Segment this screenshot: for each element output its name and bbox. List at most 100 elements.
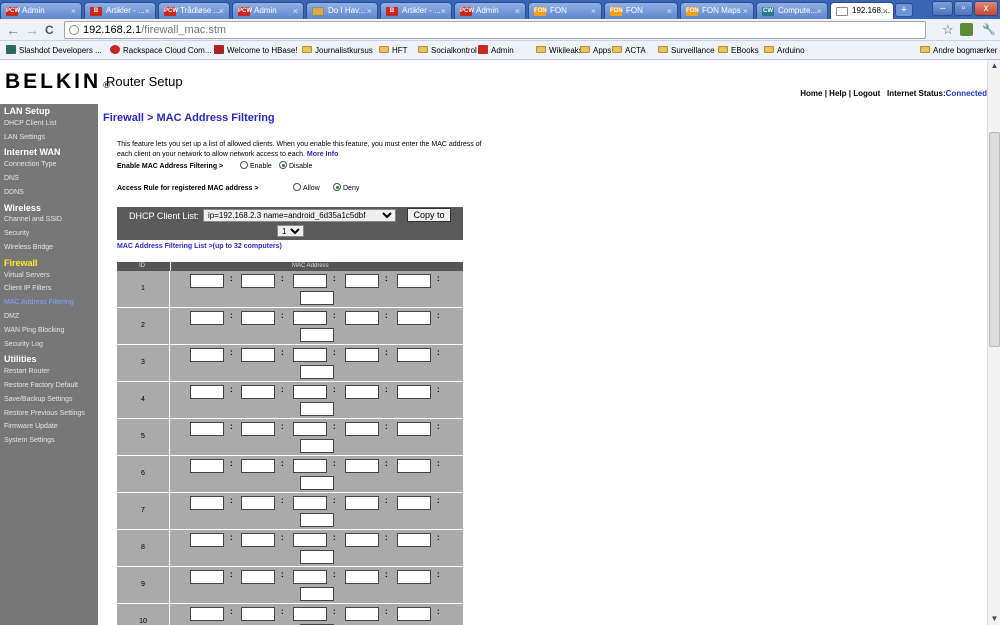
scroll-down-arrow-icon[interactable]: ▼ xyxy=(989,614,1000,624)
mac-octet-input[interactable] xyxy=(293,607,327,621)
mac-octet-input[interactable] xyxy=(293,385,327,399)
sidebar-item-firewall[interactable]: Firewall xyxy=(4,258,38,268)
mac-octet-input[interactable] xyxy=(241,422,275,436)
mac-octet-input[interactable] xyxy=(345,570,379,584)
bookmark-item[interactable]: Journalistkursus xyxy=(302,41,373,60)
mac-octet-input[interactable] xyxy=(300,402,334,416)
mac-octet-input[interactable] xyxy=(345,274,379,288)
new-tab-button[interactable]: + xyxy=(895,3,913,17)
mac-octet-input[interactable] xyxy=(300,587,334,601)
mac-octet-input[interactable] xyxy=(190,422,224,436)
mac-octet-input[interactable] xyxy=(293,533,327,547)
mac-octet-input[interactable] xyxy=(345,348,379,362)
bookmark-item[interactable]: Wikileaks xyxy=(536,41,583,60)
sidebar-item-restore-factory-default[interactable]: Restore Factory Default xyxy=(4,382,78,389)
mac-octet-input[interactable] xyxy=(190,607,224,621)
mac-octet-input[interactable] xyxy=(345,496,379,510)
mac-octet-input[interactable] xyxy=(397,496,431,510)
mac-octet-input[interactable] xyxy=(345,422,379,436)
browser-tab[interactable]: B Artikler - ... × xyxy=(84,2,156,19)
browser-tab[interactable]: PCW Admin × xyxy=(0,2,82,19)
scroll-up-arrow-icon[interactable]: ▲ xyxy=(989,61,1000,71)
mac-octet-input[interactable] xyxy=(241,570,275,584)
mac-octet-input[interactable] xyxy=(345,459,379,473)
close-tab-icon[interactable]: × xyxy=(591,3,596,19)
bookmark-item[interactable]: Admin xyxy=(478,41,514,60)
help-link[interactable]: Help xyxy=(829,89,846,98)
browser-tab[interactable]: FON FON Maps × xyxy=(680,2,754,19)
mac-octet-input[interactable] xyxy=(397,311,431,325)
mac-octet-input[interactable] xyxy=(241,348,275,362)
mac-octet-input[interactable] xyxy=(345,385,379,399)
mac-octet-input[interactable] xyxy=(293,311,327,325)
bookmark-item[interactable]: Socialkontrol xyxy=(418,41,477,60)
logout-link[interactable]: Logout xyxy=(853,89,880,98)
mac-octet-input[interactable] xyxy=(300,550,334,564)
mac-octet-input[interactable] xyxy=(241,274,275,288)
close-tab-icon[interactable]: × xyxy=(883,3,888,19)
address-bar[interactable]: 192.168.2.1/firewall_mac.stm xyxy=(64,21,926,39)
mac-octet-input[interactable] xyxy=(300,328,334,342)
bookmark-item[interactable]: Arduino xyxy=(764,41,805,60)
browser-tab[interactable]: PCW Admin × xyxy=(454,2,526,19)
close-tab-icon[interactable]: × xyxy=(441,3,446,19)
mac-octet-input[interactable] xyxy=(300,476,334,490)
mac-octet-input[interactable] xyxy=(397,607,431,621)
mac-octet-input[interactable] xyxy=(190,459,224,473)
mac-octet-input[interactable] xyxy=(397,274,431,288)
bookmark-item[interactable]: Apps xyxy=(580,41,611,60)
close-tab-icon[interactable]: × xyxy=(367,3,372,19)
sidebar-item-security[interactable]: Security xyxy=(4,230,29,237)
copy-to-button[interactable]: Copy to xyxy=(407,208,451,222)
bookmark-item[interactable]: HFT xyxy=(379,41,408,60)
mac-octet-input[interactable] xyxy=(190,533,224,547)
mac-octet-input[interactable] xyxy=(190,385,224,399)
close-tab-icon[interactable]: × xyxy=(145,3,150,19)
browser-tab[interactable]: 192.168.... × xyxy=(830,2,894,19)
reload-button[interactable]: C xyxy=(45,22,54,38)
mac-octet-input[interactable] xyxy=(300,291,334,305)
close-tab-icon[interactable]: × xyxy=(743,3,748,19)
sidebar-item-dns[interactable]: DNS xyxy=(4,175,19,182)
browser-tab[interactable]: FON FON × xyxy=(528,2,602,19)
mac-octet-input[interactable] xyxy=(241,459,275,473)
mac-octet-input[interactable] xyxy=(241,385,275,399)
enable-radio[interactable]: Enable xyxy=(240,161,272,170)
bookmark-star-icon[interactable]: ☆ xyxy=(942,22,954,38)
close-tab-icon[interactable]: × xyxy=(817,3,822,19)
mac-octet-input[interactable] xyxy=(293,422,327,436)
mac-octet-input[interactable] xyxy=(345,607,379,621)
bookmark-item[interactable]: ACTA xyxy=(612,41,646,60)
dhcp-client-select[interactable]: ip=192.168.2.3 name=android_6d35a1c5dbf xyxy=(203,209,396,222)
scrollbar-thumb[interactable] xyxy=(989,132,1000,347)
sidebar-item-dhcp-client-list[interactable]: DHCP Client List xyxy=(4,120,56,127)
sidebar-item-channel-and-ssid[interactable]: Channel and SSID xyxy=(4,216,62,223)
sidebar-item-virtual-servers[interactable]: Virtual Servers xyxy=(4,272,50,279)
mac-octet-input[interactable] xyxy=(397,533,431,547)
mac-octet-input[interactable] xyxy=(293,570,327,584)
close-tab-icon[interactable]: × xyxy=(71,3,76,19)
sidebar-item-lan-settings[interactable]: LAN Settings xyxy=(4,134,45,141)
back-button[interactable]: ← xyxy=(6,22,20,38)
sidebar-item-wan-ping-blocking[interactable]: WAN Ping Blocking xyxy=(4,327,64,334)
bookmark-item[interactable]: Welcome to HBase! xyxy=(214,41,298,60)
sidebar-item-dmz[interactable]: DMZ xyxy=(4,313,19,320)
mac-octet-input[interactable] xyxy=(241,607,275,621)
mac-octet-input[interactable] xyxy=(190,348,224,362)
bookmark-item[interactable]: Rackspace Cloud Com... xyxy=(110,41,211,60)
sidebar-item-security-log[interactable]: Security Log xyxy=(4,341,43,348)
close-tab-icon[interactable]: × xyxy=(667,3,672,19)
mac-octet-input[interactable] xyxy=(397,385,431,399)
other-bookmarks-folder[interactable]: Andre bogmærker xyxy=(920,41,997,60)
sidebar-item-mac-address-filtering[interactable]: MAC Address Filtering xyxy=(4,299,74,306)
mac-octet-input[interactable] xyxy=(397,348,431,362)
sidebar-item-client-ip-filters[interactable]: Client IP Filters xyxy=(4,285,51,292)
maximize-button[interactable]: ▫ xyxy=(954,1,973,16)
mac-octet-input[interactable] xyxy=(190,570,224,584)
mac-octet-input[interactable] xyxy=(345,311,379,325)
mac-octet-input[interactable] xyxy=(190,496,224,510)
browser-tab[interactable]: PCW Trådløse ... × xyxy=(158,2,230,19)
mac-octet-input[interactable] xyxy=(293,459,327,473)
wrench-icon[interactable]: 🔧 xyxy=(982,22,996,38)
mac-octet-input[interactable] xyxy=(293,274,327,288)
